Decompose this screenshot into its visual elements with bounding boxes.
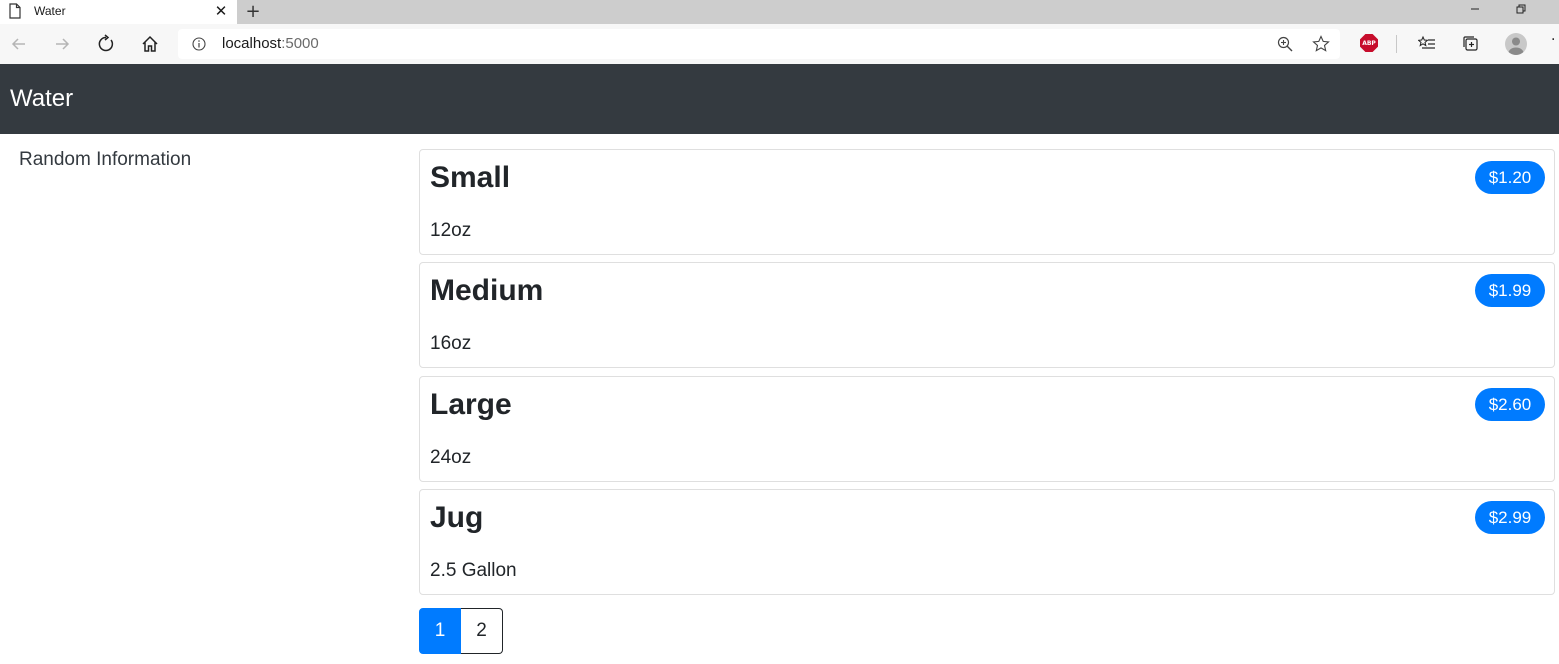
- product-name: Medium: [430, 274, 544, 307]
- restore-icon[interactable]: [1507, 0, 1535, 18]
- collections-icon[interactable]: [1457, 30, 1485, 58]
- profile-avatar-icon[interactable]: [1505, 33, 1527, 55]
- minimize-icon[interactable]: [1461, 0, 1489, 18]
- product-name: Small: [430, 161, 511, 194]
- address-bar[interactable]: localhost:5000: [178, 29, 1340, 59]
- browser-tab-strip: Water ✕ +: [0, 0, 1559, 24]
- product-card-jug: Jug $2.99 2.5 Gallon: [419, 489, 1555, 595]
- product-name: Jug: [430, 501, 484, 534]
- forward-arrow-icon[interactable]: [48, 30, 76, 58]
- product-size: 16oz: [430, 333, 472, 354]
- more-menu-icon[interactable]: ·: [1551, 32, 1559, 56]
- product-size: 2.5 Gallon: [430, 560, 517, 581]
- url-text[interactable]: localhost:5000: [222, 35, 319, 52]
- tab-close-icon[interactable]: ✕: [213, 1, 229, 21]
- sidebar-random-information: Random Information: [19, 149, 192, 170]
- browser-toolbar: localhost:5000 ABP ·: [0, 24, 1559, 65]
- new-tab-button[interactable]: +: [243, 0, 263, 22]
- favorites-list-icon[interactable]: [1413, 30, 1441, 58]
- page-icon: [9, 3, 21, 19]
- toolbar-divider: [1396, 35, 1397, 53]
- product-card-large: Large $2.60 24oz: [419, 376, 1555, 482]
- product-size: 12oz: [430, 220, 472, 241]
- url-port: :5000: [281, 35, 319, 52]
- price-badge: $1.20: [1475, 161, 1545, 194]
- home-icon[interactable]: [136, 30, 164, 58]
- refresh-icon[interactable]: [92, 30, 120, 58]
- navbar-brand[interactable]: Water: [10, 85, 73, 113]
- price-badge: $2.60: [1475, 388, 1545, 421]
- url-host: localhost: [222, 35, 282, 52]
- tab-title: Water: [34, 4, 66, 18]
- page-2-button[interactable]: 2: [461, 608, 503, 654]
- zoom-icon[interactable]: [1276, 35, 1294, 53]
- adblock-icon[interactable]: ABP: [1360, 34, 1378, 52]
- browser-tab[interactable]: Water ✕: [0, 0, 237, 24]
- price-badge: $1.99: [1475, 274, 1545, 307]
- product-card-medium: Medium $1.99 16oz: [419, 262, 1555, 368]
- back-arrow-icon[interactable]: [5, 30, 33, 58]
- page-1-button[interactable]: 1: [419, 608, 461, 654]
- price-badge: $2.99: [1475, 501, 1545, 534]
- product-name: Large: [430, 388, 512, 421]
- product-card-small: Small $1.20 12oz: [419, 149, 1555, 255]
- navbar: Water: [0, 64, 1559, 134]
- site-info-icon[interactable]: [192, 37, 206, 51]
- product-size: 24oz: [430, 447, 472, 468]
- favorite-star-icon[interactable]: [1312, 35, 1330, 53]
- pagination: 1 2: [419, 608, 503, 654]
